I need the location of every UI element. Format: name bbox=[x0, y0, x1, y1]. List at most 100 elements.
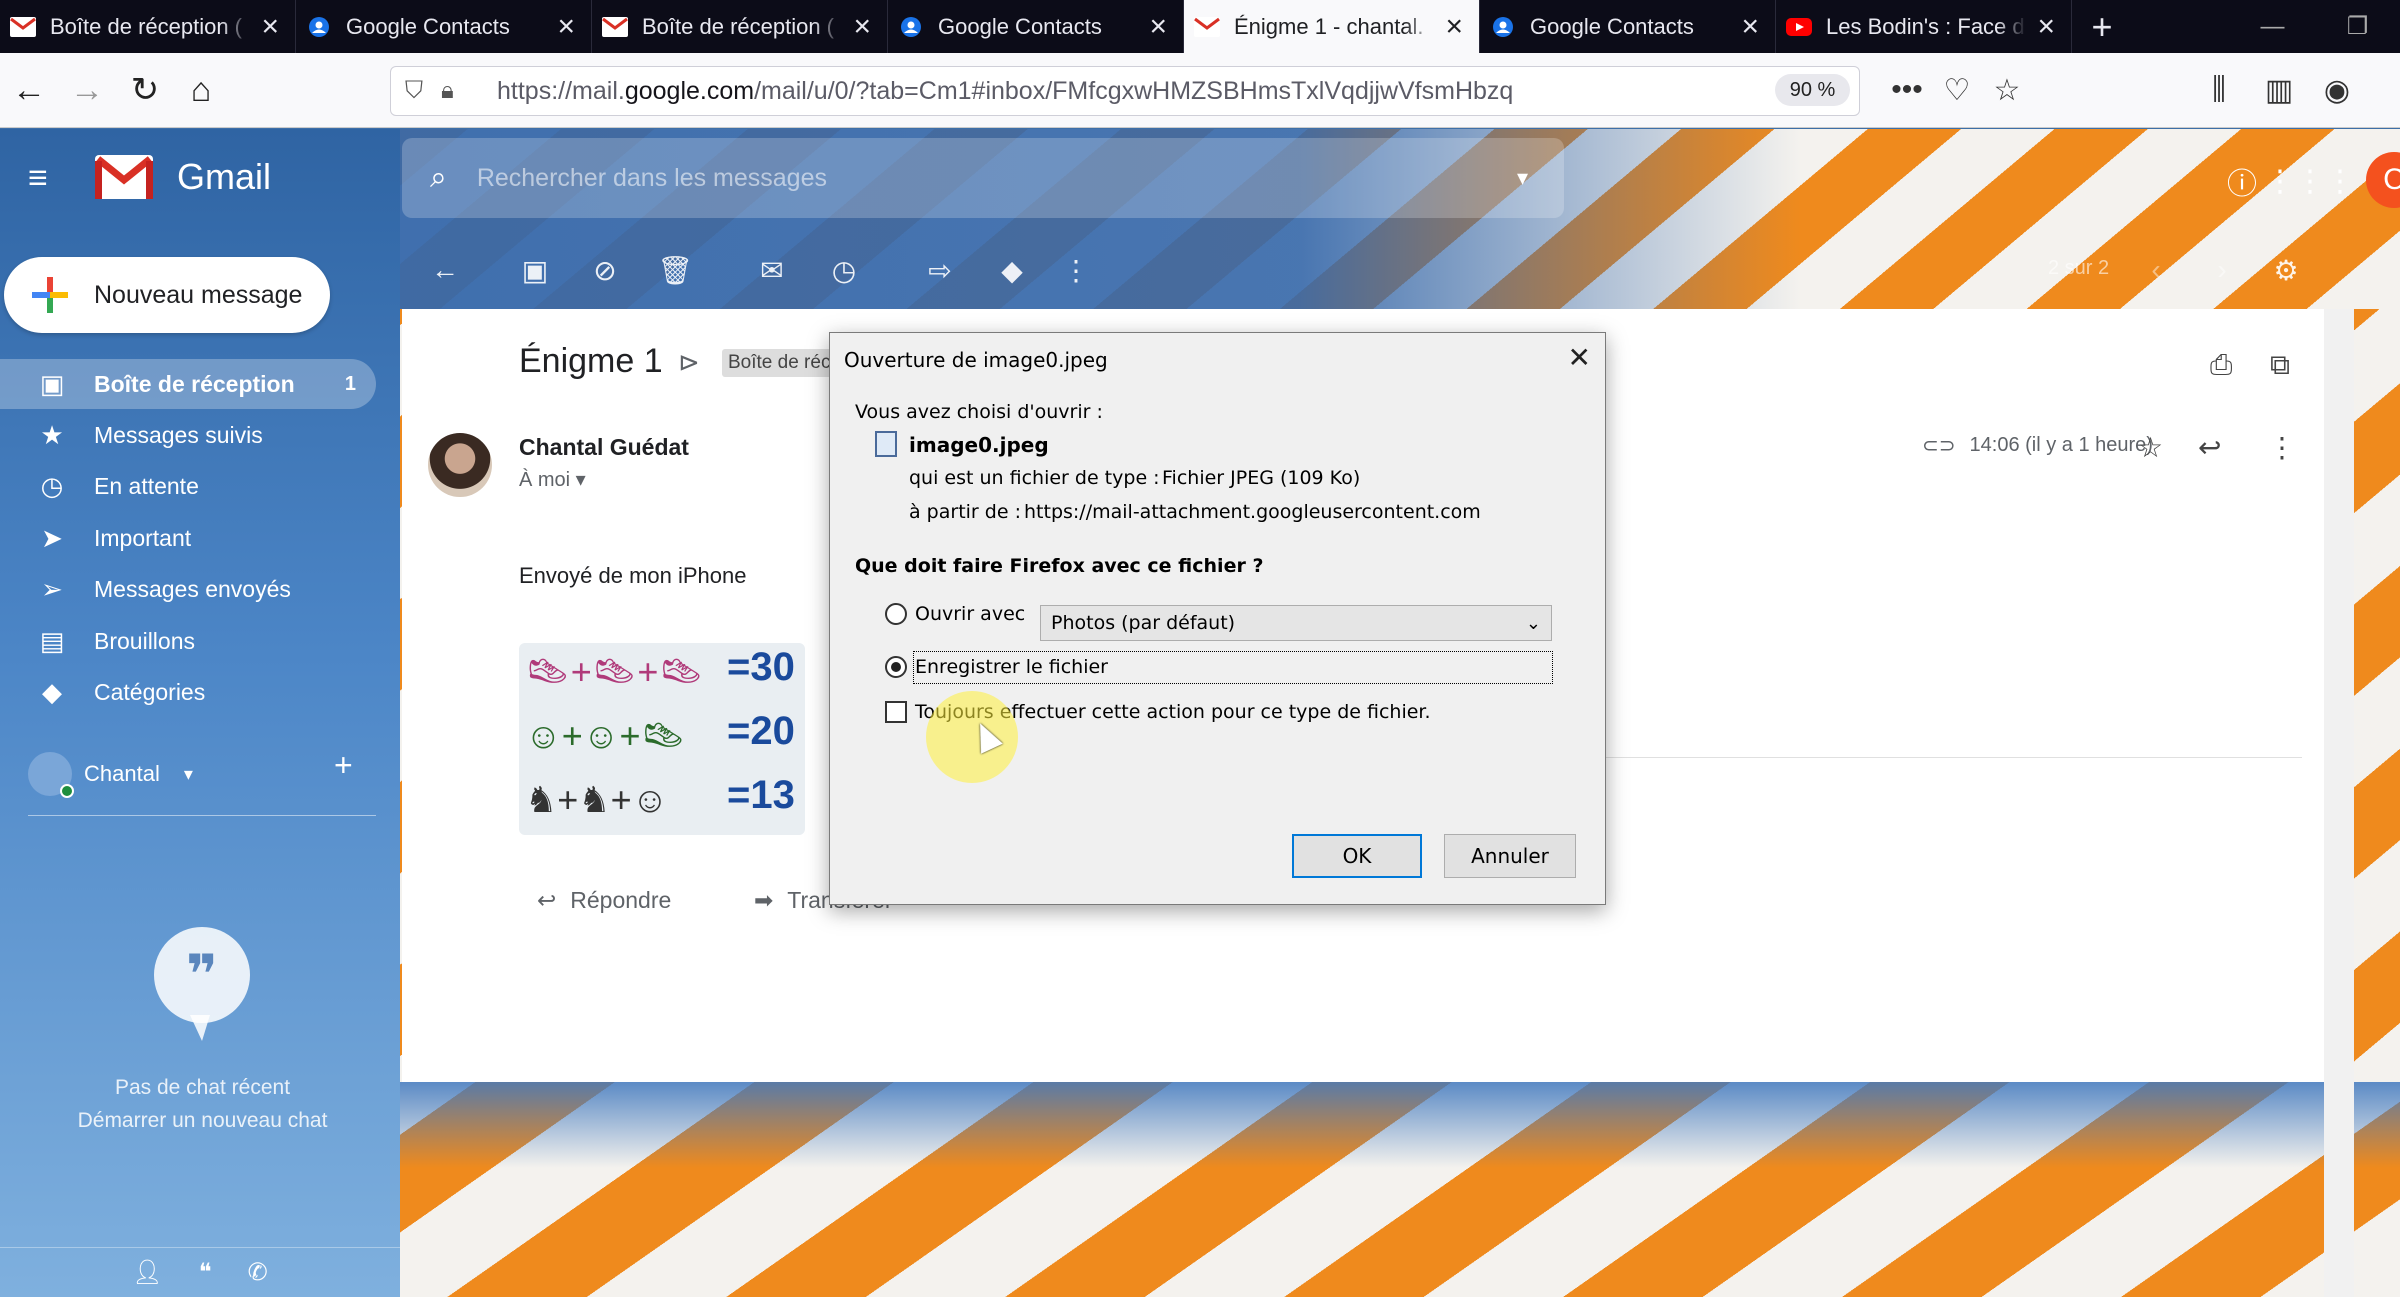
reply-button[interactable]: ↩ Répondre bbox=[537, 887, 671, 914]
image-attachment-thumbnail[interactable]: 👟︎+👟︎+👟︎ =30 ☺+☺+👟︎ =20 ♞+♞+☺ =13 bbox=[519, 643, 805, 835]
sidebar-item-starred[interactable]: ★ Messages suivis bbox=[0, 410, 376, 460]
sidebar-item-sent[interactable]: ➢ Messages envoyés bbox=[0, 564, 376, 614]
importance-marker-icon[interactable]: ⊳ bbox=[678, 347, 700, 378]
always-do-this-checkbox[interactable] bbox=[885, 701, 907, 723]
sidebar-item-inbox[interactable]: ▣ Boîte de réception 1 bbox=[0, 359, 376, 409]
settings-gear-icon[interactable]: ⚙ bbox=[2266, 250, 2306, 290]
tab-title: Énigme 1 - chantal. bbox=[1234, 13, 1424, 39]
search-input[interactable]: Rechercher dans les messages bbox=[477, 164, 827, 193]
restore-icon[interactable]: ❐ bbox=[2315, 0, 2400, 53]
apps-grid-icon[interactable]: ⋮⋮⋮ bbox=[2265, 159, 2355, 203]
svg-text:❞: ❞ bbox=[186, 943, 218, 1006]
browser-tab[interactable]: Boîte de réception ( × bbox=[592, 0, 888, 53]
phone-icon[interactable]: ✆ bbox=[248, 1258, 268, 1287]
report-spam-icon[interactable]: ⊘ bbox=[585, 250, 625, 290]
snooze-icon[interactable]: ◷ bbox=[824, 250, 864, 290]
recipient-details[interactable]: À moi ▾ bbox=[519, 467, 586, 492]
reply-icon[interactable]: ↩ bbox=[2198, 431, 2221, 464]
tab-title: Google Contacts bbox=[938, 13, 1102, 39]
browser-tab[interactable]: Google Contacts × bbox=[1480, 0, 1776, 53]
library-icon[interactable]: ⫼ bbox=[2196, 65, 2242, 115]
start-new-chat-link[interactable]: Démarrer un nouveau chat bbox=[0, 1104, 405, 1137]
open-with-label[interactable]: Ouvrir avec bbox=[915, 603, 1025, 625]
forward-icon[interactable]: → bbox=[62, 65, 112, 115]
shoes-row-icon: 👟︎+👟︎+👟︎ bbox=[525, 651, 705, 692]
sidebar-item-important[interactable]: ➤ Important bbox=[0, 513, 376, 563]
more-options-icon[interactable]: ⋮ bbox=[1056, 250, 1096, 290]
new-chat-plus-icon[interactable]: + bbox=[334, 747, 353, 784]
quote-bubble-icon: ❞ bbox=[154, 927, 250, 1041]
sidebar-item-categories[interactable]: ◆ Catégories bbox=[0, 667, 376, 717]
person-icon[interactable]: 👤︎ bbox=[132, 1258, 162, 1287]
close-tab-icon[interactable]: × bbox=[2037, 11, 2055, 42]
print-icon[interactable]: ⎙ bbox=[2210, 349, 2232, 382]
prev-icon[interactable]: ‹ bbox=[2136, 250, 2176, 290]
sidebar-toggle-icon[interactable]: ▥ bbox=[2256, 65, 2302, 115]
close-tab-icon[interactable]: × bbox=[1149, 11, 1167, 42]
search-options-icon[interactable]: ▾ bbox=[1517, 165, 1528, 191]
plus-icon bbox=[32, 277, 68, 313]
message-time: ⊂⊃ 14:06 (il y a 1 heure) bbox=[1922, 433, 2153, 458]
search-bar[interactable]: ⌕ Rechercher dans les messages ▾ bbox=[402, 138, 1564, 218]
browser-tab[interactable]: Boîte de réception ( × bbox=[0, 0, 296, 53]
mixed-row-icon: ♞+♞+☺ bbox=[525, 779, 669, 820]
hangouts-user-name: Chantal bbox=[84, 761, 160, 786]
move-to-icon[interactable]: ⇨ bbox=[920, 250, 960, 290]
open-new-window-icon[interactable]: ⧉ bbox=[2270, 349, 2290, 382]
close-tab-icon[interactable]: × bbox=[1741, 11, 1759, 42]
mark-unread-icon[interactable]: ✉ bbox=[752, 250, 792, 290]
browser-tab[interactable]: Google Contacts × bbox=[296, 0, 592, 53]
bookmark-star-icon[interactable]: ☆ bbox=[1984, 65, 2030, 115]
gmail-wordmark: Gmail bbox=[177, 156, 272, 197]
close-tab-icon[interactable]: × bbox=[1445, 11, 1463, 42]
close-icon[interactable]: ✕ bbox=[1568, 341, 1591, 374]
tab-title: Boîte de réception ( bbox=[50, 13, 243, 39]
archive-icon[interactable]: ▣ bbox=[515, 250, 555, 290]
youtube-icon bbox=[1786, 17, 1812, 36]
gmail-logo[interactable]: Gmail bbox=[95, 155, 271, 199]
back-to-inbox-icon[interactable]: ← bbox=[425, 250, 465, 290]
delete-icon[interactable]: 🗑︎ bbox=[655, 250, 695, 290]
pocket-icon[interactable]: ♡ bbox=[1934, 65, 1980, 115]
next-icon[interactable]: › bbox=[2202, 250, 2242, 290]
application-select[interactable]: Photos (par défaut) ⌄ bbox=[1040, 605, 1552, 641]
account-icon[interactable]: ◉ bbox=[2314, 65, 2360, 115]
chevron-down-icon[interactable]: ▾ bbox=[184, 764, 193, 785]
open-file-dialog: Ouverture de image0.jpeg ✕ Vous avez cho… bbox=[829, 332, 1606, 905]
labels-icon[interactable]: ◆ bbox=[992, 250, 1032, 290]
cancel-button[interactable]: Annuler bbox=[1444, 834, 1576, 878]
open-with-radio[interactable] bbox=[885, 603, 907, 625]
url-bar[interactable]: ⛉ 🔒︎ https://mail.google.com/mail/u/0/?t… bbox=[390, 66, 1860, 116]
browser-tab[interactable]: Google Contacts × bbox=[888, 0, 1184, 53]
close-tab-icon[interactable]: × bbox=[261, 11, 279, 42]
send-icon: ➢ bbox=[41, 573, 63, 604]
more-options-icon[interactable]: ⋮ bbox=[2268, 431, 2296, 464]
shield-icon[interactable]: ⛉ bbox=[405, 77, 441, 105]
search-icon[interactable]: ⌕ bbox=[430, 161, 447, 195]
zoom-level[interactable]: 90 % bbox=[1775, 74, 1850, 106]
save-file-radio[interactable] bbox=[885, 656, 907, 678]
browser-tab[interactable]: Les Bodin's : Face d × bbox=[1776, 0, 2072, 53]
browser-tab-active[interactable]: Énigme 1 - chantal. × bbox=[1184, 0, 1480, 53]
hangouts-icon[interactable]: ❝ bbox=[199, 1258, 212, 1287]
main-menu-icon[interactable]: ≡ bbox=[28, 159, 68, 199]
home-icon[interactable]: ⌂ bbox=[176, 65, 226, 115]
lock-icon[interactable]: 🔒︎ bbox=[441, 77, 477, 105]
hangouts-user[interactable]: Chantal ▾ bbox=[28, 752, 193, 798]
more-actions-icon[interactable]: ••• bbox=[1884, 65, 1930, 115]
sidebar-item-snoozed[interactable]: ◷ En attente bbox=[0, 461, 376, 511]
back-icon[interactable]: ← bbox=[4, 65, 54, 115]
close-tab-icon[interactable]: × bbox=[557, 11, 575, 42]
compose-button[interactable]: Nouveau message bbox=[4, 257, 330, 333]
new-tab-icon[interactable]: + bbox=[2072, 0, 2132, 53]
minimize-icon[interactable]: — bbox=[2230, 0, 2315, 53]
close-tab-icon[interactable]: × bbox=[853, 11, 871, 42]
inbox-label-chip[interactable]: Boîte de réc bbox=[722, 349, 837, 377]
sidebar-item-drafts[interactable]: ▤ Brouillons bbox=[0, 616, 376, 666]
scrollbar[interactable] bbox=[2324, 309, 2354, 1297]
reload-icon[interactable]: ↻ bbox=[120, 65, 170, 115]
help-icon[interactable]: ⓘ bbox=[2220, 159, 2264, 203]
ok-button[interactable]: OK bbox=[1292, 834, 1422, 878]
save-file-label[interactable]: Enregistrer le fichier bbox=[915, 656, 1108, 678]
star-icon[interactable]: ☆ bbox=[2138, 431, 2163, 464]
